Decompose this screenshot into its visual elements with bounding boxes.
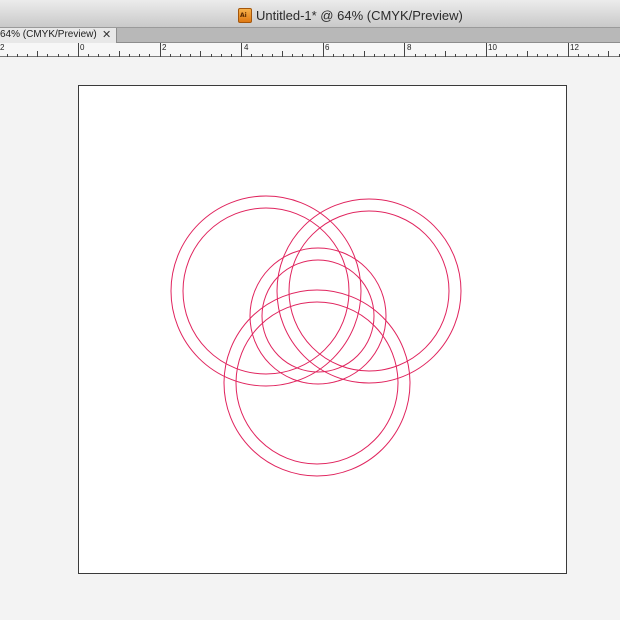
horizontal-ruler[interactable]: 2 0 2 4 6 8 10 12: [0, 43, 620, 57]
ruler-tick-marks: [7, 43, 620, 57]
document-tab-bar: 64% (CMYK/Preview) ✕: [0, 28, 620, 43]
title-bar: Ai Untitled-1* @ 64% (CMYK/Preview): [0, 0, 620, 28]
ruler-label: 0: [80, 43, 85, 52]
document-tab[interactable]: 64% (CMYK/Preview) ✕: [0, 28, 117, 43]
ruler-label: 6: [325, 43, 330, 52]
close-icon[interactable]: ✕: [102, 28, 111, 41]
ring-top-left-inner[interactable]: [182, 207, 350, 375]
ruler-label: 2: [162, 43, 167, 52]
window-title-group: Ai Untitled-1* @ 64% (CMYK/Preview): [238, 6, 463, 24]
ruler-label: 2: [0, 43, 5, 52]
app-icon-letters: Ai: [240, 11, 247, 19]
ring-top-right-inner[interactable]: [288, 210, 450, 372]
ruler-label: 12: [570, 43, 579, 52]
ruler-label: 4: [244, 43, 249, 52]
pasteboard[interactable]: [0, 57, 620, 620]
document-tab-label: 64% (CMYK/Preview): [0, 29, 97, 40]
ring-bottom-outer[interactable]: [223, 289, 411, 477]
ring-center-outer[interactable]: [249, 247, 387, 385]
ruler-ticks: 2 0 2 4 6 8 10 12: [0, 43, 620, 57]
ruler-label: 10: [488, 43, 497, 52]
artboard[interactable]: [78, 85, 567, 574]
window-title: Untitled-1* @ 64% (CMYK/Preview): [256, 7, 463, 23]
illustrator-document-icon: Ai: [238, 7, 252, 23]
artwork-canvas: [170, 195, 462, 477]
ruler-label: 8: [407, 43, 412, 52]
